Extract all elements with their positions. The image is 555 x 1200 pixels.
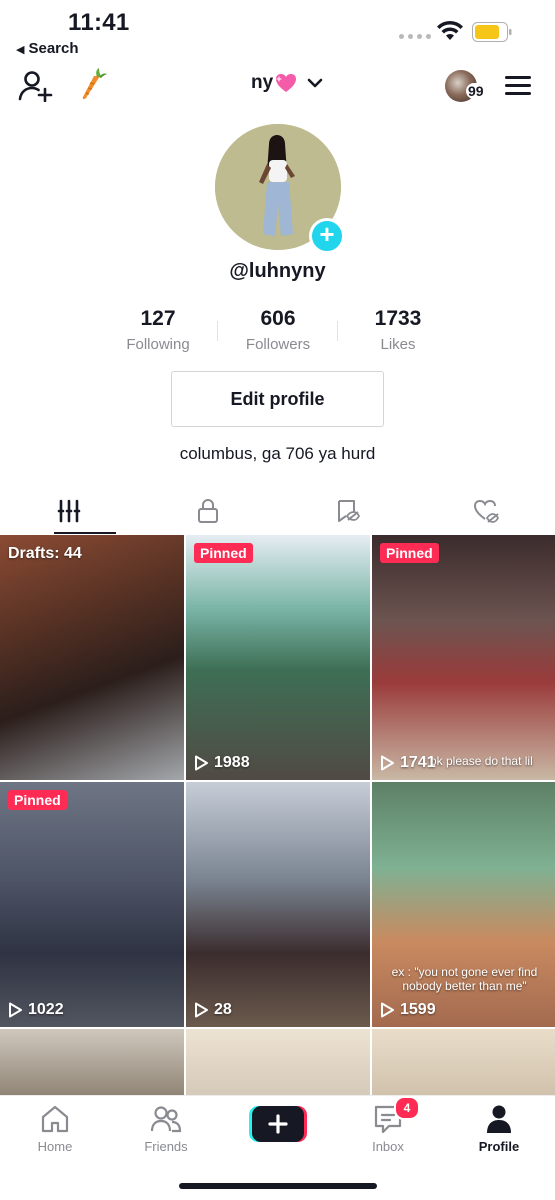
lock-icon — [198, 499, 219, 523]
stat-label: Following — [126, 336, 190, 353]
play-icon — [195, 755, 208, 771]
stat-value: 127 — [140, 307, 176, 330]
nav-label: Home — [37, 1139, 73, 1154]
cellular-signal-icon — [399, 34, 431, 39]
edit-profile-button[interactable]: Edit profile — [171, 371, 384, 427]
stat-following[interactable]: 127 Following — [98, 307, 218, 357]
inbox-unread-badge: 4 — [394, 1096, 420, 1120]
video-caption: ok please do that lil — [430, 754, 533, 768]
video-thumbnail[interactable]: Pinned ok please do that lil 1741 — [372, 535, 555, 780]
view-count-value: 1988 — [214, 754, 250, 771]
video-thumbnail[interactable] — [0, 1029, 184, 1095]
back-to-search-link[interactable]: ◀ Search — [16, 40, 79, 57]
tab-videos[interactable] — [0, 488, 139, 534]
back-label: Search — [28, 40, 79, 57]
play-icon — [195, 1002, 208, 1018]
video-grid: Drafts: 44 Pinned 1988 Pinned ok please … — [0, 535, 555, 1095]
view-count-value: 28 — [214, 1001, 232, 1018]
video-thumbnail[interactable]: 28 — [186, 782, 370, 1027]
view-count: 1988 — [194, 754, 250, 772]
play-icon — [9, 1002, 22, 1018]
video-thumbnail[interactable]: Drafts: 44 — [0, 535, 184, 780]
clock: 11:41 — [68, 9, 130, 36]
play-icon — [381, 1002, 394, 1018]
video-thumbnail[interactable]: Pinned 1022 — [0, 782, 184, 1027]
profile-icon — [487, 1105, 511, 1133]
pinned-badge: Pinned — [380, 543, 439, 563]
nav-label: Inbox — [372, 1139, 404, 1154]
view-count-value: 1599 — [400, 1001, 436, 1018]
stat-value: 606 — [260, 307, 296, 330]
bookmark-hidden-icon — [337, 500, 360, 522]
carrot-icon[interactable] — [80, 68, 108, 102]
video-caption: ex : "you not gone ever find nobody bett… — [391, 965, 538, 993]
wifi-icon — [437, 20, 463, 40]
account-name: ny — [251, 72, 274, 93]
profile-stats: 127 Following 606 Followers 1733 Likes — [98, 307, 458, 357]
create-plus-icon[interactable] — [249, 1106, 307, 1142]
notification-count: 99 — [466, 83, 486, 99]
friends-icon — [150, 1106, 182, 1133]
profile-bio: columbus, ga 706 ya hurd — [179, 444, 376, 463]
profile-top-nav: ny 99 — [0, 64, 555, 110]
heart-hidden-icon — [473, 499, 499, 523]
nav-label: Profile — [478, 1139, 520, 1154]
battery-icon — [472, 22, 512, 42]
view-count: 28 — [194, 1001, 232, 1019]
pinned-badge: Pinned — [8, 790, 67, 810]
account-switcher[interactable]: ny — [251, 72, 323, 94]
sparkling-heart-emoji — [276, 74, 297, 92]
stat-label: Followers — [245, 336, 311, 353]
stat-likes[interactable]: 1733 Likes — [338, 307, 458, 357]
stat-value: 1733 — [374, 307, 422, 330]
status-bar: 11:41 ◀ Search — [0, 0, 555, 64]
nav-home[interactable]: Home — [15, 1104, 95, 1154]
tab-favorites[interactable] — [278, 488, 417, 534]
view-count: 1022 — [8, 1001, 64, 1019]
home-icon — [41, 1105, 69, 1133]
pinned-badge: Pinned — [194, 543, 253, 563]
menu-icon[interactable] — [505, 76, 531, 96]
home-indicator[interactable] — [179, 1183, 377, 1189]
video-thumbnail[interactable]: ex : "you not gone ever find nobody bett… — [372, 782, 555, 1027]
add-user-icon[interactable] — [18, 70, 54, 102]
view-count: 1599 — [380, 1001, 436, 1019]
view-count: 1741 — [380, 754, 436, 772]
stat-label: Likes — [380, 336, 416, 353]
video-thumbnail[interactable] — [186, 1029, 370, 1095]
add-story-button[interactable]: + — [309, 218, 345, 254]
video-thumbnail[interactable] — [372, 1029, 555, 1095]
profile-tabs — [0, 488, 555, 534]
stat-followers[interactable]: 606 Followers — [218, 307, 338, 357]
video-thumbnail[interactable]: Pinned 1988 — [186, 535, 370, 780]
view-count-value: 1022 — [28, 1001, 64, 1018]
tab-liked[interactable] — [416, 488, 555, 534]
chevron-down-icon — [307, 78, 323, 88]
nav-friends[interactable]: Friends — [126, 1104, 206, 1154]
play-icon — [381, 755, 394, 771]
nav-profile[interactable]: Profile — [459, 1104, 539, 1154]
view-count-value: 1741 — [400, 754, 436, 771]
nav-label: Friends — [144, 1139, 188, 1154]
grid-lines-icon — [58, 499, 81, 523]
drafts-label: Drafts: 44 — [8, 545, 82, 562]
profile-handle: @luhnyny — [229, 260, 326, 282]
tab-private[interactable] — [139, 488, 278, 534]
back-triangle-icon: ◀ — [16, 44, 25, 56]
